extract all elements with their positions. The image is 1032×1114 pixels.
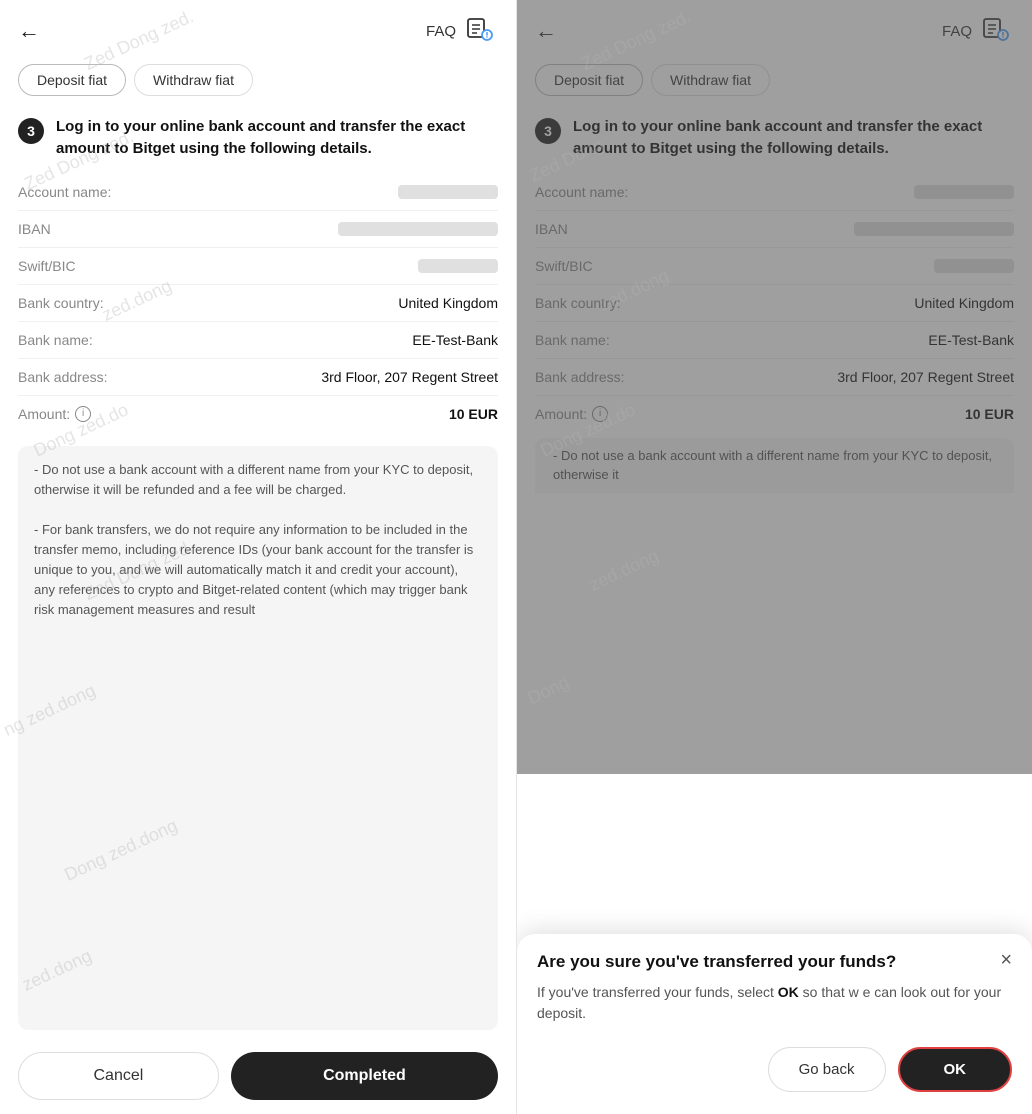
modal-body-prefix: If you've transferred your funds, select: [537, 984, 778, 1000]
left-bottom-buttons: Cancel Completed: [0, 1038, 516, 1114]
left-completed-button[interactable]: Completed: [231, 1052, 498, 1100]
left-detail-iban: IBAN: [18, 211, 498, 248]
left-tabs: Deposit fiat Withdraw fiat: [0, 58, 516, 106]
left-header-right: FAQ: [426, 15, 498, 47]
modal-goback-button[interactable]: Go back: [768, 1047, 886, 1092]
left-label-country: Bank country:: [18, 295, 104, 311]
left-label-bankname: Bank name:: [18, 332, 93, 348]
left-header-icon[interactable]: [466, 15, 498, 47]
left-panel: Zed Dong zed. Zed Dong zed. zed.dong Don…: [0, 0, 516, 1114]
left-detail-country: Bank country: United Kingdom: [18, 285, 498, 322]
modal-body-bold: OK: [778, 984, 799, 1000]
left-details: Account name: IBAN Swift/BIC Bank countr…: [0, 168, 516, 438]
left-detail-bankaddr: Bank address: 3rd Floor, 207 Regent Stre…: [18, 359, 498, 396]
right-modal: × Are you sure you've transferred your f…: [517, 934, 1032, 1114]
left-value-bankaddr: 3rd Floor, 207 Regent Street: [321, 369, 498, 385]
right-overlay: [517, 0, 1032, 774]
left-detail-account: Account name:: [18, 174, 498, 211]
left-tab-withdraw[interactable]: Withdraw fiat: [134, 64, 253, 96]
left-label-iban: IBAN: [18, 221, 51, 237]
modal-body: If you've transferred your funds, select…: [537, 982, 1012, 1025]
left-cancel-button[interactable]: Cancel: [18, 1052, 219, 1100]
left-detail-swift: Swift/BIC: [18, 248, 498, 285]
modal-buttons: Go back OK: [537, 1047, 1012, 1092]
modal-ok-button[interactable]: OK: [898, 1047, 1013, 1092]
left-step-text: Log in to your online bank account and t…: [56, 116, 498, 160]
modal-close-button[interactable]: ×: [1000, 950, 1012, 970]
left-step-badge: 3: [18, 118, 44, 144]
left-label-bankaddr: Bank address:: [18, 369, 108, 385]
left-value-bankname: EE-Test-Bank: [412, 332, 498, 348]
left-amount-info-icon[interactable]: i: [75, 406, 91, 422]
modal-title: Are you sure you've transferred your fun…: [537, 952, 1012, 972]
left-value-amount: 10 EUR: [449, 406, 498, 422]
left-value-swift: [418, 259, 498, 273]
left-value-account: [398, 185, 498, 199]
left-step-section: 3 Log in to your online bank account and…: [0, 106, 516, 168]
left-notice-box: - Do not use a bank account with a diffe…: [18, 446, 498, 1031]
left-header: ← FAQ: [0, 0, 516, 58]
left-value-iban: [338, 222, 498, 236]
right-panel: Zed Dong zed. Zed Dong zed.dong Dong zed…: [516, 0, 1032, 1114]
left-faq-label[interactable]: FAQ: [426, 23, 456, 40]
left-label-amount: Amount:: [18, 406, 70, 422]
left-tab-deposit[interactable]: Deposit fiat: [18, 64, 126, 96]
left-detail-amount: Amount: i 10 EUR: [18, 396, 498, 432]
left-label-account: Account name:: [18, 184, 111, 200]
left-value-country: United Kingdom: [398, 295, 498, 311]
left-notice-text: - Do not use a bank account with a diffe…: [34, 462, 473, 618]
left-back-button[interactable]: ←: [18, 14, 48, 48]
left-detail-bankname: Bank name: EE-Test-Bank: [18, 322, 498, 359]
left-amount-label-group: Amount: i: [18, 406, 91, 422]
left-label-swift: Swift/BIC: [18, 258, 76, 274]
